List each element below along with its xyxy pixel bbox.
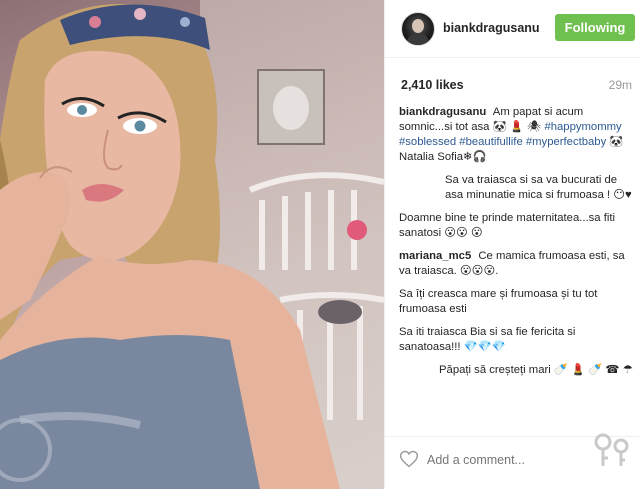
heart-outline-icon[interactable] bbox=[399, 449, 419, 469]
post-header: biankdragusanu Following bbox=[385, 0, 640, 58]
post-photo[interactable] bbox=[0, 0, 384, 489]
avatar[interactable] bbox=[401, 12, 435, 46]
comments-list[interactable]: biankdragusanu Am papat si acum somnic..… bbox=[399, 105, 635, 431]
avatar-face bbox=[412, 19, 424, 33]
comment-text: Sa va traiasca si sa va bucurati de asa … bbox=[445, 174, 632, 201]
comment-item: Sa îți creasca mare și frumoasa și tu to… bbox=[399, 287, 635, 317]
comment-item: Sa va traiasca si sa va bucurati de asa … bbox=[399, 173, 635, 203]
likes-count[interactable]: 2,410 likes bbox=[401, 78, 464, 92]
comment-text: Păpați să creșteți mari 🍼 💄 🍼 ☎ ☂ bbox=[439, 364, 633, 376]
comment-caption: biankdragusanu Am papat si acum somnic..… bbox=[399, 105, 635, 165]
comment-username[interactable]: biankdragusanu bbox=[399, 106, 486, 118]
comment-username[interactable]: mariana_mc5 bbox=[399, 250, 471, 262]
comment-item: Doamne bine te prinde maternitatea...sa … bbox=[399, 211, 635, 241]
following-button[interactable]: Following bbox=[555, 14, 635, 41]
selfie-illustration bbox=[0, 0, 384, 489]
comment-item: Păpați să creșteți mari 🍼 💄 🍼 ☎ ☂ bbox=[399, 363, 635, 378]
post-timestamp[interactable]: 29m bbox=[609, 78, 632, 92]
comment-item: Sa iti traiasca Bia si sa fie fericita s… bbox=[399, 325, 635, 355]
header-username[interactable]: biankdragusanu bbox=[443, 21, 540, 35]
comment-item: mariana_mc5 Ce mamica frumoasa esti, sa … bbox=[399, 249, 635, 279]
avatar-body bbox=[407, 33, 429, 45]
keys-watermark-icon bbox=[594, 433, 629, 466]
add-comment-input[interactable] bbox=[427, 451, 587, 469]
post-detail-panel: biankdragusanu Following 2,410 likes 29m… bbox=[384, 0, 640, 489]
instagram-post-view: biankdragusanu Following 2,410 likes 29m… bbox=[0, 0, 640, 489]
comment-text: Sa îți creasca mare și frumoasa și tu to… bbox=[399, 288, 598, 315]
comment-text: Sa iti traiasca Bia si sa fie fericita s… bbox=[399, 326, 576, 353]
comment-text: Doamne bine te prinde maternitatea...sa … bbox=[399, 212, 616, 239]
